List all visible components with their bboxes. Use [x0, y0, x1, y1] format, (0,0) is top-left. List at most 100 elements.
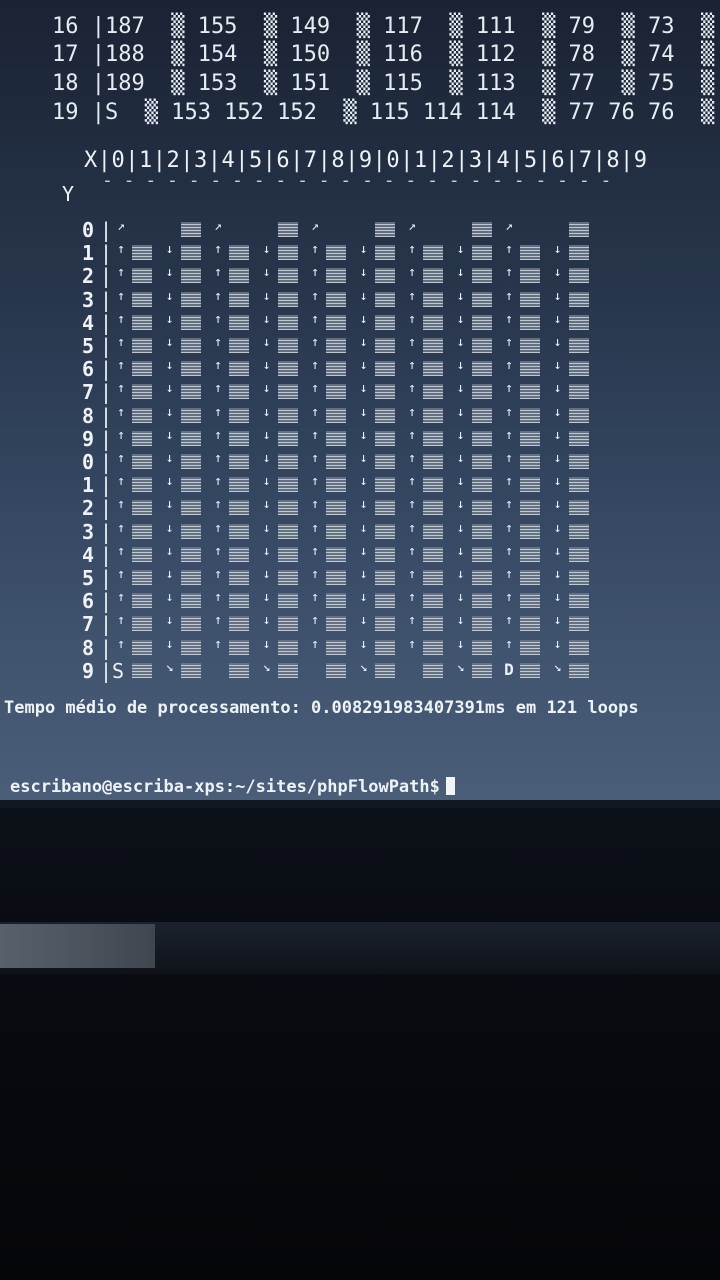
wall-block — [277, 454, 298, 469]
flow-arrow: ↓ — [553, 381, 562, 397]
grid-row: 5 | ↑ ↓ ↑ ↓ ↑ ↓ ↑ ↓ ↑ ↓ — [62, 334, 622, 358]
wall-block — [568, 662, 589, 678]
terminal-window[interactable]: 16 |187 ▒ 155 ▒ 149 ▒ 117 ▒ 111 ▒ 79 ▒ 7… — [0, 0, 720, 805]
flow-arrow: ↓ — [165, 404, 174, 420]
flow-arrow: ↑ — [311, 404, 319, 420]
flow-arrow: ↓ — [359, 335, 368, 350]
wall-block — [132, 593, 152, 609]
grid-row: 0 | ↗ ↗ ↗ ↗ ↗ — [62, 218, 622, 242]
grid-row: 8 | ↑ ↓ ↑ ↓ ↑ ↓ ↑ ↓ ↑ ↓ — [62, 404, 622, 428]
wall-block — [326, 500, 346, 516]
grid-row-pipe: | — [100, 450, 113, 474]
shell-prompt[interactable]: escribano@escriba-xps:~/sites/phpFlowPat… — [10, 777, 455, 797]
grid-row-pipe: | — [100, 310, 113, 335]
wall-block — [180, 662, 201, 678]
flow-arrow: ↓ — [456, 474, 465, 490]
flow-arrow: ↑ — [505, 265, 513, 281]
flow-arrow: ↓ — [165, 311, 174, 327]
flow-arrow: ↓ — [165, 381, 174, 397]
wall-block — [520, 616, 540, 632]
flow-arrow: ↓ — [262, 590, 271, 606]
flow-arrow: ↓ — [456, 636, 465, 652]
wall-block — [423, 454, 443, 469]
flow-arrow: ↑ — [408, 335, 416, 350]
wall-block — [423, 314, 443, 330]
wall-block — [132, 268, 152, 284]
flow-arrow: ↓ — [359, 381, 368, 397]
flow-arrow: ↑ — [505, 474, 513, 490]
wall-block — [132, 639, 152, 655]
flow-arrow: ↑ — [408, 636, 416, 652]
wall-block — [180, 500, 201, 516]
wall-block — [277, 546, 298, 562]
grid-row-pipe: | — [100, 426, 113, 451]
flow-arrow: ↓ — [553, 474, 562, 490]
flow-arrow: ↑ — [311, 497, 319, 513]
wall-block — [568, 546, 589, 562]
wall-block — [568, 314, 589, 330]
wall-block — [423, 477, 443, 493]
wall-block — [277, 430, 298, 446]
wall-block — [520, 662, 540, 678]
wall-block — [277, 593, 298, 609]
flow-arrow: ↓ — [553, 590, 562, 606]
flow-arrow: ↓ — [359, 613, 368, 629]
wall-block — [229, 245, 249, 261]
grid-row-label: 3 — [81, 287, 94, 312]
flow-arrow: ↓ — [553, 636, 562, 652]
wall-block — [277, 500, 298, 516]
table-row: 19 |S ▒ 153 152 152 ▒ 115 114 114 ▒ 77 7… — [52, 100, 720, 125]
wall-block — [423, 245, 443, 261]
grid-row-pipe: | — [100, 542, 113, 567]
flow-arrow: ↓ — [359, 451, 368, 466]
grid-row-pipe: | — [100, 380, 113, 405]
wall-block — [229, 384, 249, 400]
flow-arrow: ↑ — [311, 567, 319, 582]
grid-row-pipe: | — [100, 218, 113, 242]
wall-block — [568, 291, 589, 307]
grid-row: 7 | ↑ ↓ ↑ ↓ ↑ ↓ ↑ ↓ ↑ ↓ — [62, 612, 622, 636]
flow-arrow: ↑ — [214, 590, 222, 606]
grid-row-label: 4 — [81, 310, 94, 335]
flow-arrow: ↑ — [311, 288, 319, 304]
wall-block — [423, 593, 443, 609]
wall-block — [471, 454, 492, 469]
wall-block — [423, 407, 443, 423]
flow-arrow: ↑ — [408, 543, 416, 559]
wall-block — [229, 662, 249, 678]
wall-block — [326, 523, 346, 539]
flow-arrow: ↓ — [456, 358, 465, 374]
flow-arrow: ↓ — [262, 335, 271, 350]
flow-arrow: ↑ — [214, 567, 222, 582]
flow-arrow: ↘ — [262, 659, 271, 675]
wall-block — [568, 500, 589, 516]
wall-block — [471, 570, 492, 585]
wall-block — [568, 477, 589, 493]
wall-block — [229, 338, 249, 353]
wall-block — [132, 546, 152, 562]
grid-row-label: 1 — [81, 241, 94, 266]
wall-block — [374, 361, 395, 377]
flow-arrow: ↑ — [117, 358, 125, 374]
flow-arrow: ↑ — [408, 404, 416, 420]
wall-block — [132, 477, 152, 493]
wall-block — [132, 454, 152, 469]
flow-arrow: ↓ — [262, 242, 271, 258]
wall-block — [229, 616, 249, 632]
grid-row: 6 | ↑ ↓ ↑ ↓ ↑ ↓ ↑ ↓ ↑ ↓ — [62, 357, 622, 381]
flow-arrow: ↑ — [505, 451, 513, 466]
flow-arrow: ↓ — [456, 567, 465, 582]
wall-block — [180, 639, 201, 655]
flow-arrow: ↓ — [456, 590, 465, 606]
flow-arrow: ↑ — [505, 613, 513, 629]
wall-block — [520, 338, 540, 353]
wall-block — [568, 616, 589, 632]
flow-arrow: ↑ — [214, 358, 222, 374]
flow-arrow: ↑ — [214, 543, 222, 559]
flow-arrow — [551, 219, 565, 234]
wall-block — [326, 407, 346, 423]
wall-block — [423, 430, 443, 446]
wall-block — [520, 477, 540, 493]
grid-row-label: 3 — [81, 519, 94, 544]
flow-arrow: ↓ — [456, 311, 465, 327]
